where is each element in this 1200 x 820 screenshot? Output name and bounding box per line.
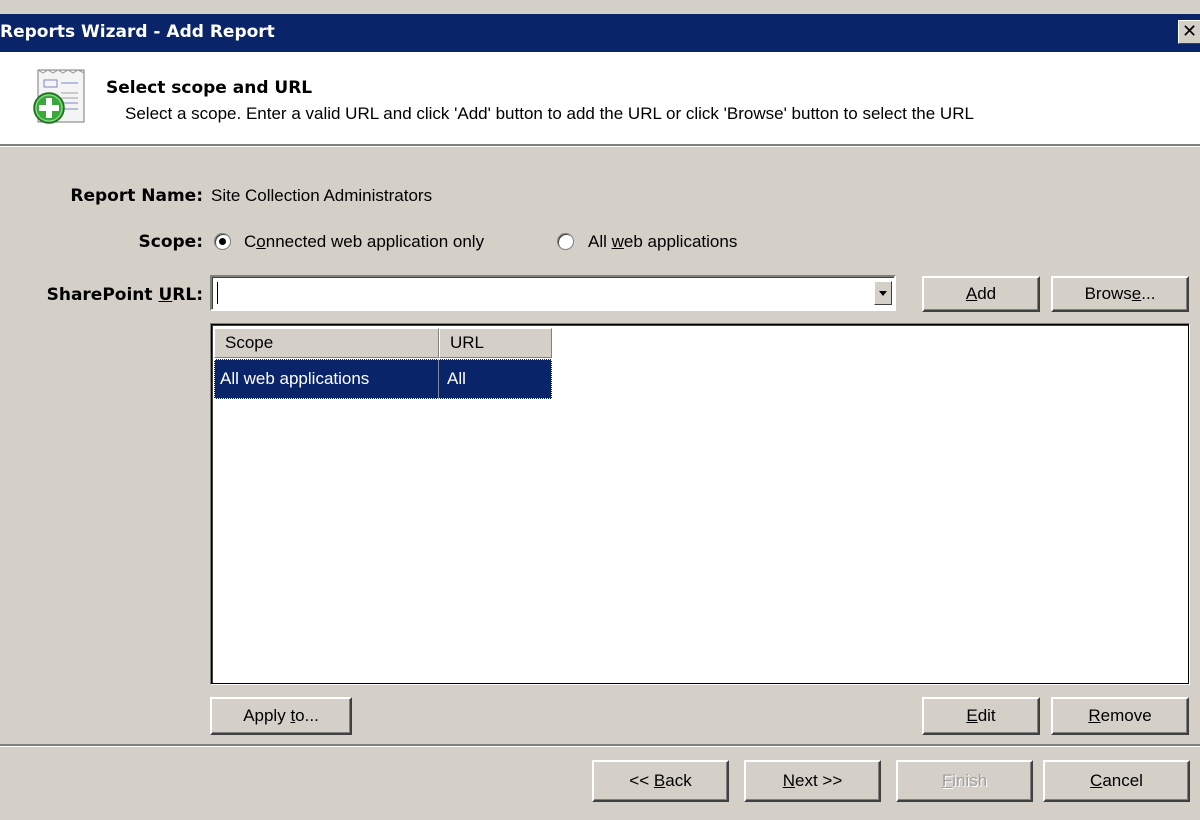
report-add-icon <box>32 68 90 128</box>
column-header-url[interactable]: URL <box>439 328 552 358</box>
scope-option-all-pre: All <box>588 232 612 251</box>
wizard-header: Select scope and URL Select a scope. Ent… <box>0 52 1200 144</box>
apply-label-pre: Apply <box>243 706 291 725</box>
apply-to-label: Apply to... <box>243 706 319 726</box>
next-label-post: ext >> <box>795 771 843 790</box>
column-header-scope[interactable]: Scope <box>214 328 439 358</box>
remove-button[interactable]: Remove <box>1051 697 1189 735</box>
report-name-value: Site Collection Administrators <box>211 186 433 205</box>
footer-divider-highlight <box>0 746 1200 747</box>
apply-label-post: o... <box>295 706 319 725</box>
next-label: Next >> <box>783 771 843 791</box>
finish-label: Finish <box>942 771 987 791</box>
scope-option-all-post: eb applications <box>623 232 738 251</box>
back-button[interactable]: << Back <box>592 760 729 802</box>
finish-accel: F <box>941 771 953 790</box>
cancel-accel: C <box>1090 771 1103 790</box>
edit-label-post: dit <box>977 706 996 725</box>
edit-label: Edit <box>966 706 995 726</box>
scope-option-connected-label: Connected web application only <box>244 232 484 252</box>
scope-option-all-accel: w <box>611 232 624 251</box>
remove-label: Remove <box>1088 706 1151 726</box>
chevron-down-icon[interactable] <box>874 281 892 305</box>
finish-label-post: inish <box>952 771 988 790</box>
radio-button-unchecked[interactable] <box>557 233 574 250</box>
scope-radio-all[interactable]: All web applications <box>557 232 777 252</box>
scope-radio-connected[interactable]: Connected web application only <box>214 232 544 252</box>
step-description: Select a scope. Enter a valid URL and cl… <box>125 104 974 123</box>
url-label-pre: SharePoint <box>46 285 159 305</box>
row-scope-cell: All web applications <box>220 369 370 388</box>
scope-option-all-label: All web applications <box>588 232 737 252</box>
back-label: << Back <box>629 771 691 791</box>
table-row[interactable]: All web applications All <box>214 359 552 399</box>
cancel-label-post: ancel <box>1102 771 1143 790</box>
apply-to-button[interactable]: Apply to... <box>210 697 352 735</box>
browse-button-label: Browse... <box>1085 284 1156 304</box>
back-accel: B <box>653 771 666 790</box>
cancel-label: Cancel <box>1090 771 1143 791</box>
back-label-pre: << <box>629 771 654 790</box>
close-button[interactable]: ✕ <box>1178 20 1200 44</box>
url-label-accel: U <box>158 285 173 305</box>
scope-option-connected-accel: o <box>256 232 266 251</box>
report-name-label: Report Name: <box>70 186 203 206</box>
scope-option-connected-pre: C <box>244 232 257 251</box>
browse-accel: e <box>1131 284 1142 303</box>
text-caret <box>217 282 218 304</box>
browse-label-pre: Brows <box>1084 284 1132 303</box>
edit-button[interactable]: Edit <box>922 697 1040 735</box>
url-label-post: RL: <box>172 285 203 305</box>
cancel-button[interactable]: Cancel <box>1043 760 1190 802</box>
scope-label: Scope: <box>138 232 204 252</box>
radio-button-checked[interactable] <box>214 233 231 250</box>
next-accel: N <box>782 771 795 790</box>
sharepoint-url-label: SharePoint URL: <box>0 285 203 305</box>
add-button-label: Add <box>966 284 996 304</box>
next-button[interactable]: Next >> <box>744 760 881 802</box>
window-title: Reports Wizard - Add Report <box>0 22 275 42</box>
sharepoint-url-combobox[interactable] <box>210 275 896 311</box>
add-label-post: dd <box>977 284 997 303</box>
row-url-cell: All <box>447 369 466 388</box>
scope-option-connected-post: nnected web application only <box>265 232 485 251</box>
edit-accel: E <box>966 706 978 725</box>
step-title: Select scope and URL <box>106 78 313 98</box>
browse-button[interactable]: Browse... <box>1051 276 1189 312</box>
finish-button[interactable]: Finish <box>896 760 1033 802</box>
close-icon: ✕ <box>1182 21 1198 42</box>
title-bar: Reports Wizard - Add Report ✕ <box>0 14 1200 52</box>
browse-label-post: ... <box>1141 284 1156 303</box>
add-button[interactable]: Add <box>922 276 1040 312</box>
remove-accel: R <box>1088 706 1101 725</box>
cell-divider <box>438 359 439 399</box>
scope-url-list[interactable]: Scope URL All web applications All <box>210 323 1190 685</box>
add-accel: A <box>965 284 978 303</box>
back-label-post: ack <box>665 771 692 790</box>
header-divider-highlight <box>0 146 1200 147</box>
remove-label-post: emove <box>1100 706 1152 725</box>
